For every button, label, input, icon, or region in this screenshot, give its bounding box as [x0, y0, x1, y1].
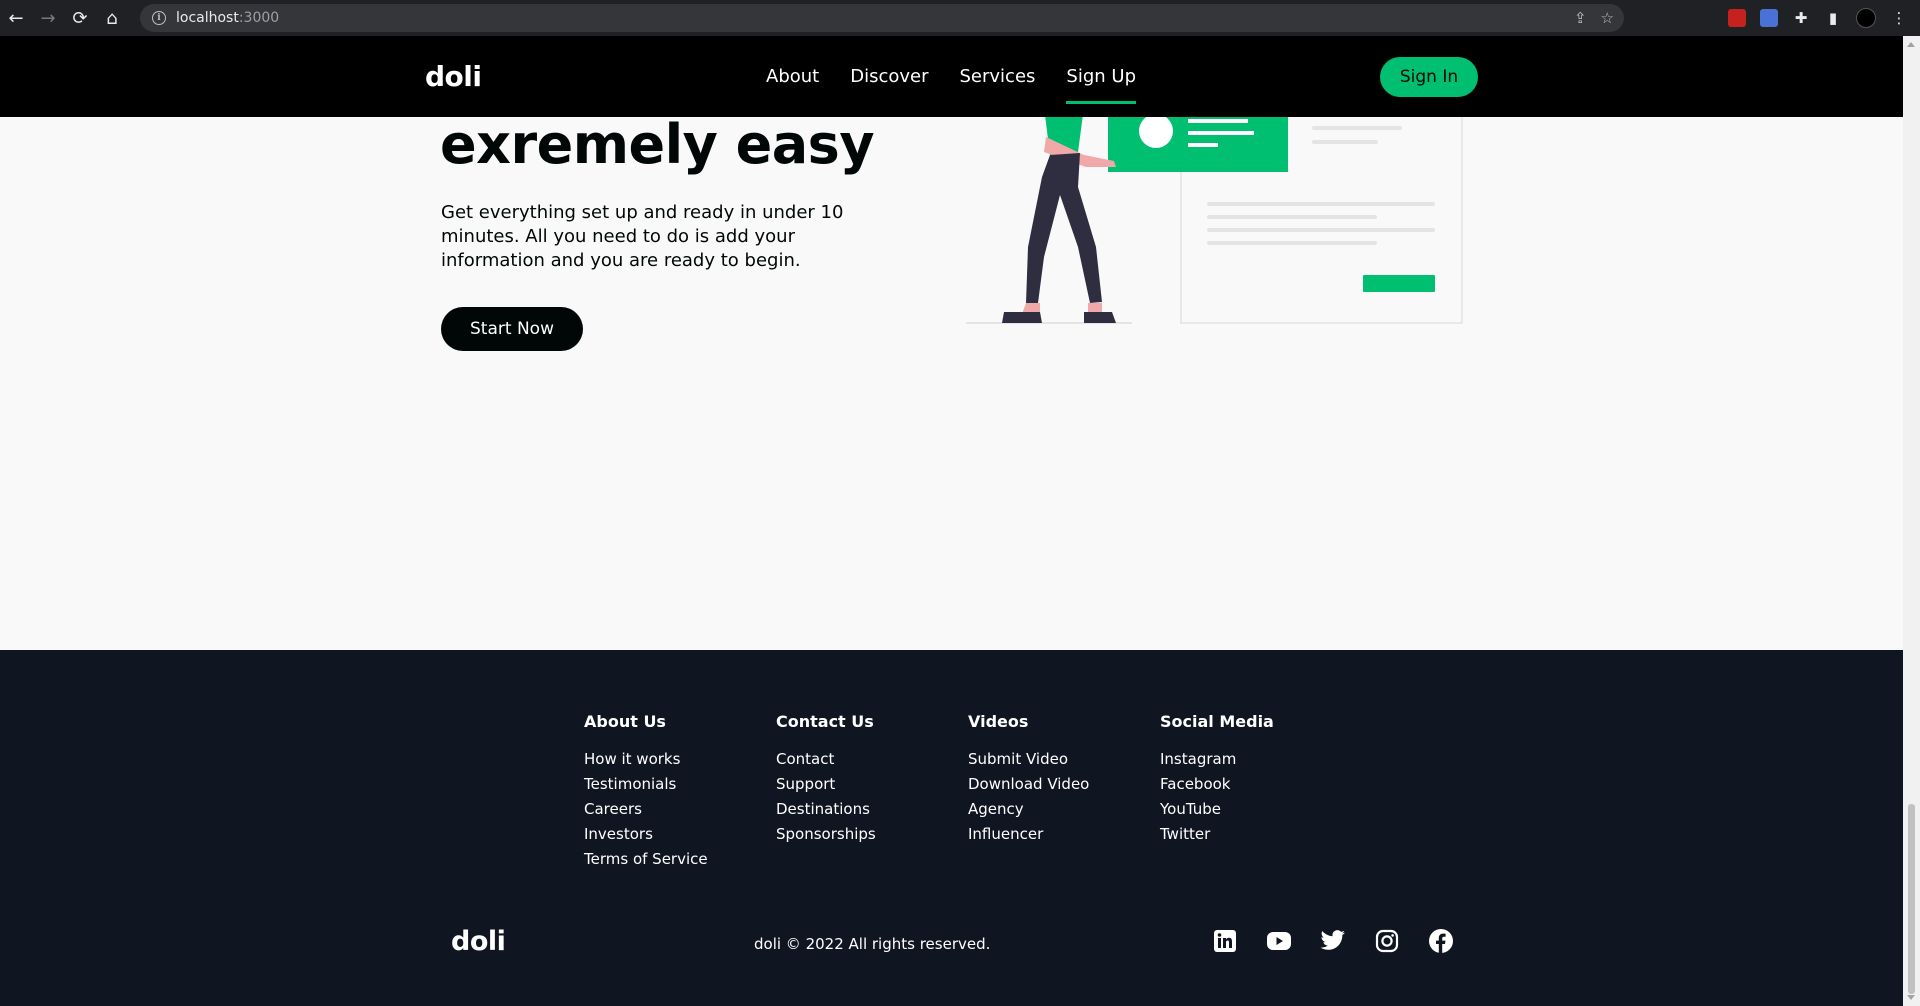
home-icon[interactable]: ⌂	[96, 0, 128, 36]
footer-link[interactable]: YouTube	[1160, 797, 1352, 822]
footer-heading: About Us	[584, 712, 666, 731]
profile-avatar[interactable]	[1856, 8, 1876, 28]
footer-links: About Us How it works Testimonials Caree…	[584, 712, 1352, 872]
hero-description: Get everything set up and ready in under…	[441, 202, 844, 271]
bookmark-star-icon[interactable]: ☆	[1601, 9, 1614, 27]
social-icons	[1212, 928, 1454, 954]
signup-illustration	[966, 117, 1463, 324]
twitter-icon[interactable]	[1320, 928, 1346, 954]
footer-link[interactable]: Contact	[776, 747, 968, 772]
footer-link[interactable]: Download Video	[968, 772, 1160, 797]
footer-link[interactable]: Support	[776, 772, 968, 797]
instagram-icon[interactable]	[1374, 928, 1400, 954]
footer-link[interactable]: Twitter	[1160, 822, 1352, 847]
site-footer: About Us How it works Testimonials Caree…	[0, 650, 1903, 1006]
linkedin-icon[interactable]	[1212, 928, 1238, 954]
side-panel-icon[interactable]: ▮	[1824, 9, 1842, 27]
chrome-menu-icon[interactable]: ⋮	[1890, 9, 1908, 27]
hero-section: exremely easy Get everything set up and …	[0, 113, 1903, 650]
address-bar[interactable]: i localhost:3000 ⇪ ☆	[140, 4, 1624, 32]
footer-link[interactable]: Investors	[584, 822, 776, 847]
footer-column-videos: Videos Submit Video Download Video Agenc…	[968, 712, 1160, 872]
browser-toolbar: ← → ⟳ ⌂ i localhost:3000 ⇪ ☆ ✚ ▮ ⋮	[0, 0, 1920, 36]
header-logo[interactable]: doli	[425, 60, 482, 93]
youtube-icon[interactable]	[1266, 928, 1292, 954]
scrollbar-thumb[interactable]	[1908, 804, 1915, 994]
copyright-text: doli © 2022 All rights reserved.	[754, 935, 991, 953]
footer-logo[interactable]: doli	[451, 926, 506, 957]
start-now-button[interactable]: Start Now	[441, 307, 583, 351]
main-nav: About Discover Services Sign Up	[766, 66, 1167, 104]
nav-signup[interactable]: Sign Up	[1066, 66, 1136, 104]
scroll-down-arrow-icon[interactable]	[1907, 995, 1915, 1000]
nav-services[interactable]: Services	[960, 66, 1036, 104]
facebook-icon[interactable]	[1428, 928, 1454, 954]
translate-extension-icon[interactable]	[1760, 9, 1778, 27]
share-icon[interactable]: ⇪	[1574, 9, 1587, 27]
footer-link[interactable]: Terms of Service	[584, 847, 776, 872]
page-scrollbar[interactable]	[1903, 36, 1920, 1006]
footer-link[interactable]: Careers	[584, 797, 776, 822]
footer-link[interactable]: How it works	[584, 747, 776, 772]
footer-link[interactable]: Sponsorships	[776, 822, 968, 847]
footer-link[interactable]: Agency	[968, 797, 1160, 822]
reload-icon[interactable]: ⟳	[64, 0, 96, 36]
forward-icon[interactable]: →	[32, 0, 64, 36]
footer-heading: Contact Us	[776, 712, 874, 731]
site-header: doli About Discover Services Sign Up Sig…	[0, 36, 1903, 117]
back-icon[interactable]: ←	[0, 0, 32, 36]
hero-title: exremely easy	[440, 113, 875, 176]
nav-discover[interactable]: Discover	[850, 66, 928, 104]
site-info-icon[interactable]: i	[152, 11, 166, 25]
footer-column-about: About Us How it works Testimonials Caree…	[584, 712, 776, 872]
footer-link[interactable]: Influencer	[968, 822, 1160, 847]
footer-link[interactable]: Destinations	[776, 797, 968, 822]
extensions-puzzle-icon[interactable]: ✚	[1792, 9, 1810, 27]
footer-heading: Social Media	[1160, 712, 1274, 731]
footer-link[interactable]: Testimonials	[584, 772, 776, 797]
scroll-up-arrow-icon[interactable]	[1907, 42, 1915, 47]
footer-link[interactable]: Submit Video	[968, 747, 1160, 772]
sign-in-button[interactable]: Sign In	[1380, 57, 1478, 97]
footer-heading: Videos	[968, 712, 1029, 731]
footer-column-social: Social Media Instagram Facebook YouTube …	[1160, 712, 1352, 872]
nav-about[interactable]: About	[766, 66, 819, 104]
footer-link[interactable]: Instagram	[1160, 747, 1352, 772]
footer-link[interactable]: Facebook	[1160, 772, 1352, 797]
footer-column-contact: Contact Us Contact Support Destinations …	[776, 712, 968, 872]
extension-red-icon[interactable]	[1728, 9, 1746, 27]
url-text: localhost:3000	[176, 10, 280, 26]
